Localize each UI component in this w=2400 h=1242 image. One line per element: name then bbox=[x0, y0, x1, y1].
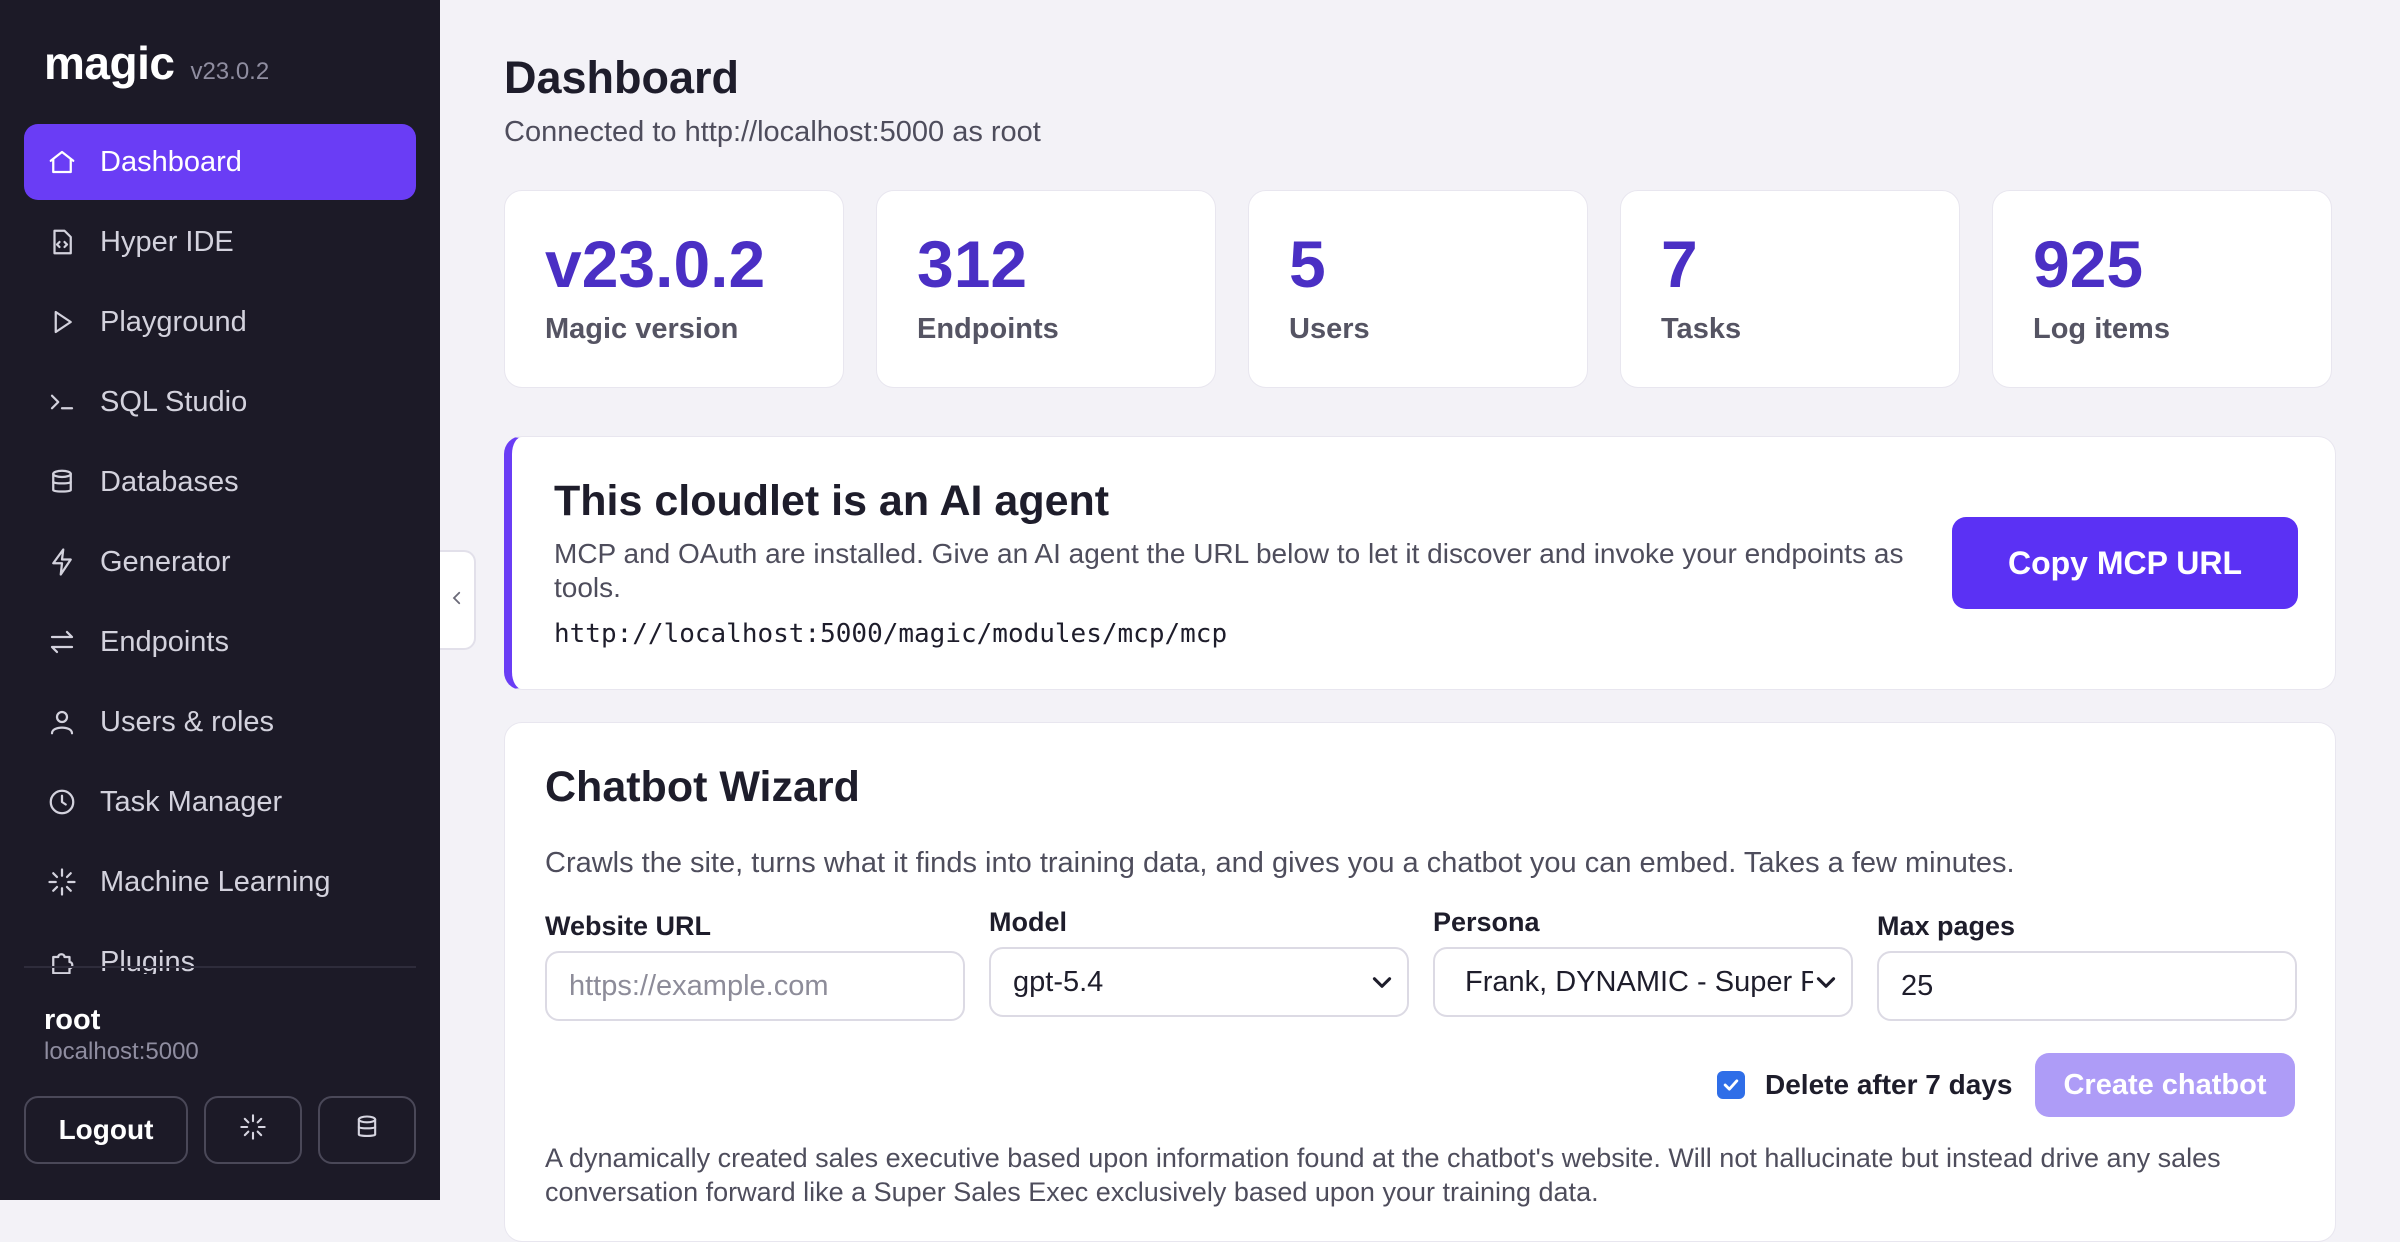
sidebar-item-label: Databases bbox=[100, 465, 239, 498]
lightning-icon bbox=[46, 546, 78, 578]
stat-card-version: v23.0.2 Magic version bbox=[504, 190, 844, 388]
brand: magic v23.0.2 bbox=[44, 36, 269, 90]
sidebar-item-label: Task Manager bbox=[100, 785, 283, 818]
home-icon bbox=[46, 146, 78, 178]
database-icon bbox=[353, 1113, 381, 1148]
user-host: localhost:5000 bbox=[44, 1038, 199, 1065]
sidebar-item-dashboard[interactable]: Dashboard bbox=[24, 124, 416, 200]
sidebar-nav: Dashboard Hyper IDE Playground SQL Studi… bbox=[24, 124, 416, 974]
sidebar-item-label: Playground bbox=[100, 305, 247, 338]
sidebar-item-endpoints[interactable]: Endpoints bbox=[24, 604, 416, 680]
stat-value: 312 bbox=[917, 227, 1028, 301]
stat-value: 5 bbox=[1289, 227, 1326, 301]
max-pages-label: Max pages bbox=[1877, 911, 2016, 941]
chatbot-wizard-card: Chatbot Wizard Crawls the site, turns wh… bbox=[504, 722, 2336, 1242]
copy-mcp-url-button[interactable]: Copy MCP URL bbox=[1952, 517, 2298, 609]
chevron-down-icon bbox=[1369, 969, 1395, 995]
website-url-label: Website URL bbox=[545, 911, 712, 941]
sidebar-item-playground[interactable]: Playground bbox=[24, 284, 416, 360]
ai-agent-description: MCP and OAuth are installed. Give an AI … bbox=[554, 538, 1904, 603]
persona-label: Persona bbox=[1433, 907, 1540, 937]
logout-button[interactable]: Logout bbox=[24, 1096, 188, 1164]
connection-status: Connected to http://localhost:5000 as ro… bbox=[504, 116, 1041, 148]
stat-label: Tasks bbox=[1661, 313, 1742, 345]
sidebar-item-label: Machine Learning bbox=[100, 865, 331, 898]
chatbot-wizard-description: Crawls the site, turns what it finds int… bbox=[545, 847, 2015, 879]
sidebar-item-machine-learning[interactable]: Machine Learning bbox=[24, 844, 416, 920]
sidebar-item-task-manager[interactable]: Task Manager bbox=[24, 764, 416, 840]
delete-after-row: Delete after 7 days bbox=[1717, 1069, 2012, 1101]
sidebar-item-generator[interactable]: Generator bbox=[24, 524, 416, 600]
sidebar-item-label: Generator bbox=[100, 545, 231, 578]
play-icon bbox=[46, 306, 78, 338]
database-icon bbox=[46, 466, 78, 498]
sidebar: magic v23.0.2 Dashboard Hyper IDE Playgr… bbox=[0, 0, 440, 1200]
arrows-icon bbox=[46, 626, 78, 658]
stat-card-users: 5 Users bbox=[1248, 190, 1588, 388]
stat-value: v23.0.2 bbox=[545, 227, 766, 301]
sidebar-item-label: Users & roles bbox=[100, 705, 275, 738]
stat-card-endpoints: 312 Endpoints bbox=[876, 190, 1216, 388]
page-title: Dashboard bbox=[504, 52, 740, 103]
stats-row: v23.0.2 Magic version 312 Endpoints 5 Us… bbox=[504, 190, 2332, 388]
chevron-down-icon bbox=[1813, 969, 1839, 995]
model-value: gpt-5.4 bbox=[1013, 965, 1104, 998]
stat-card-log-items: 925 Log items bbox=[1992, 190, 2332, 388]
website-url-input[interactable]: https://example.com bbox=[545, 951, 965, 1021]
app-name: magic bbox=[44, 37, 175, 89]
sidebar-actions: Logout bbox=[24, 1096, 416, 1164]
ai-agent-title: This cloudlet is an AI agent bbox=[554, 477, 1110, 525]
sparkle-icon bbox=[46, 866, 78, 898]
user-icon bbox=[46, 706, 78, 738]
database-button[interactable] bbox=[318, 1096, 416, 1164]
terminal-icon bbox=[46, 386, 78, 418]
max-pages-field: Max pages 25 bbox=[1877, 911, 2297, 1021]
stat-label: Endpoints bbox=[917, 313, 1059, 345]
persona-value: Frank, DYNAMIC - Super Pro bbox=[1465, 965, 1817, 998]
sidebar-item-label: SQL Studio bbox=[100, 385, 248, 418]
stat-label: Log items bbox=[2033, 313, 2170, 345]
sidebar-item-label: Plugins bbox=[100, 945, 196, 975]
app-version: v23.0.2 bbox=[190, 58, 270, 85]
sidebar-divider bbox=[24, 966, 416, 968]
persona-select[interactable]: Frank, DYNAMIC - Super Pro bbox=[1433, 947, 1853, 1017]
delete-after-label: Delete after 7 days bbox=[1765, 1069, 2013, 1100]
sidebar-item-label: Endpoints bbox=[100, 625, 229, 658]
stat-label: Users bbox=[1289, 313, 1370, 345]
chevron-left-icon bbox=[448, 589, 466, 612]
model-field: Model gpt-5.4 bbox=[989, 907, 1409, 1017]
sidebar-item-databases[interactable]: Databases bbox=[24, 444, 416, 520]
collapse-sidebar-button[interactable] bbox=[440, 550, 476, 650]
sidebar-item-users-roles[interactable]: Users & roles bbox=[24, 684, 416, 760]
persona-field: Persona Frank, DYNAMIC - Super Pro bbox=[1433, 907, 1853, 1017]
model-select[interactable]: gpt-5.4 bbox=[989, 947, 1409, 1017]
code-file-icon bbox=[46, 226, 78, 258]
sidebar-item-label: Dashboard bbox=[100, 145, 242, 178]
puzzle-icon bbox=[46, 946, 78, 974]
stat-value: 925 bbox=[2033, 227, 2144, 301]
model-label: Model bbox=[989, 907, 1067, 937]
stat-value: 7 bbox=[1661, 227, 1698, 301]
persona-description: A dynamically created sales executive ba… bbox=[545, 1143, 2221, 1207]
delete-after-checkbox[interactable] bbox=[1717, 1071, 1745, 1099]
chatbot-wizard-title: Chatbot Wizard bbox=[545, 763, 860, 811]
user-name: root bbox=[44, 1004, 101, 1036]
sparkle-icon bbox=[239, 1113, 267, 1148]
max-pages-input[interactable]: 25 bbox=[1877, 951, 2297, 1021]
stat-card-tasks: 7 Tasks bbox=[1620, 190, 1960, 388]
machine-learning-button[interactable] bbox=[204, 1096, 302, 1164]
sidebar-item-hyper-ide[interactable]: Hyper IDE bbox=[24, 204, 416, 280]
stat-label: Magic version bbox=[545, 313, 739, 345]
sidebar-item-label: Hyper IDE bbox=[100, 225, 234, 258]
sidebar-item-sql-studio[interactable]: SQL Studio bbox=[24, 364, 416, 440]
ai-agent-card: This cloudlet is an AI agent MCP and OAu… bbox=[504, 436, 2336, 690]
mcp-url: http://localhost:5000/magic/modules/mcp/… bbox=[554, 619, 1228, 649]
checkmark-icon bbox=[1723, 1079, 1739, 1091]
clock-icon bbox=[46, 786, 78, 818]
create-chatbot-button[interactable]: Create chatbot bbox=[2035, 1053, 2295, 1117]
website-url-field: Website URL https://example.com bbox=[545, 911, 965, 1021]
